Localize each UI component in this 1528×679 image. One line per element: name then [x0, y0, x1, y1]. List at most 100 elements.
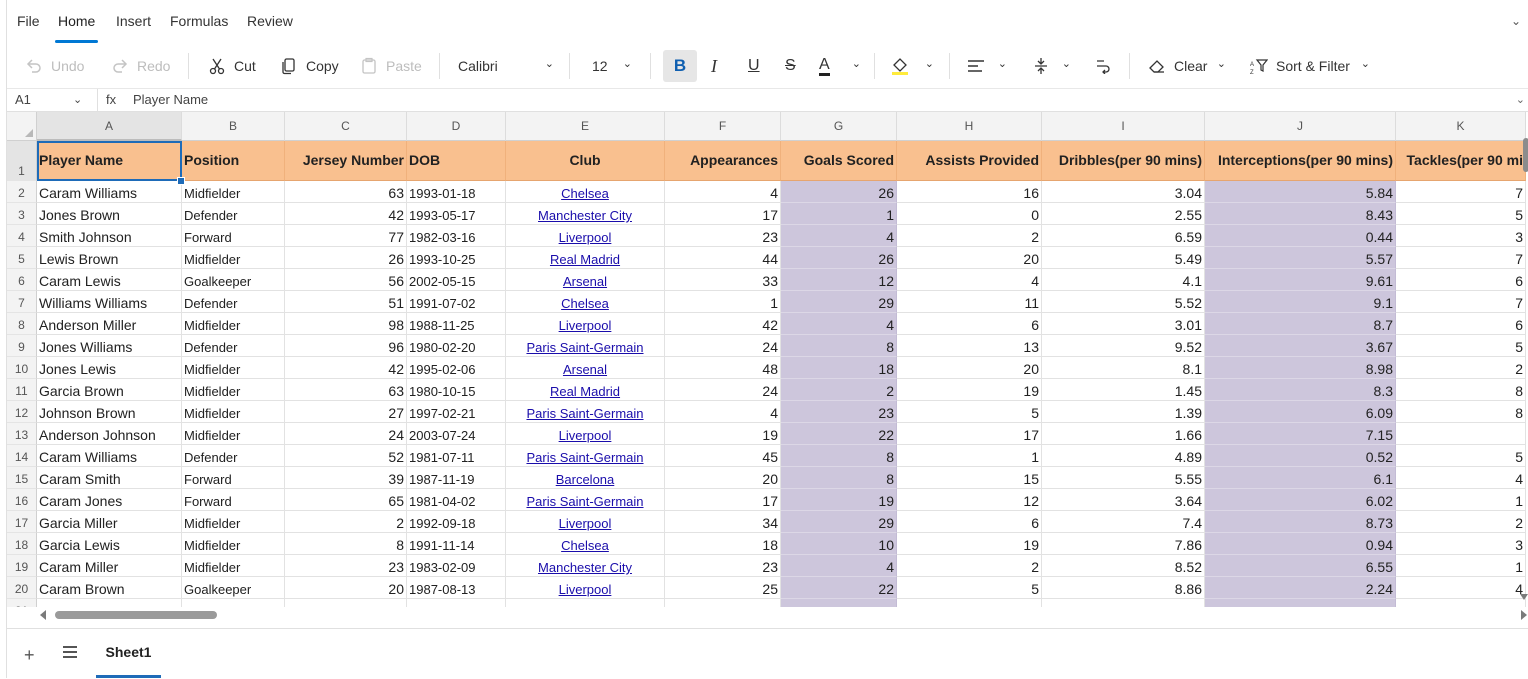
cell-jersey-number[interactable]: 63 — [285, 379, 407, 401]
cell-dribbles[interactable]: 5.49 — [1042, 247, 1205, 269]
cell-club[interactable]: Manchester City — [506, 203, 665, 225]
cell-jersey-number[interactable]: 27 — [285, 401, 407, 423]
club-link[interactable]: Liverpool — [559, 428, 612, 443]
select-all-corner[interactable] — [7, 112, 37, 141]
cell-player-name[interactable]: Lewis Brown — [37, 247, 182, 269]
cell-dribbles[interactable]: 5.55 — [1042, 467, 1205, 489]
row-header[interactable]: 16 — [7, 489, 37, 511]
header-cell-jersey-number[interactable]: Jersey Number — [285, 141, 407, 181]
club-link[interactable]: Chelsea — [561, 186, 609, 201]
cell-dribbles[interactable]: 1.39 — [1042, 401, 1205, 423]
cell-position[interactable]: Midfielder — [182, 401, 285, 423]
cell-appearances[interactable]: 45 — [665, 445, 781, 467]
cell-interceptions[interactable]: 6.1 — [1205, 467, 1396, 489]
row-header[interactable]: 19 — [7, 555, 37, 577]
cell-interceptions[interactable]: 8.3 — [1205, 379, 1396, 401]
spreadsheet-grid[interactable]: A B C D E F G H I J K 1 Player Name Position Jersey Nu… — [7, 112, 1528, 607]
cell-assists-provided[interactable]: 11 — [897, 291, 1042, 313]
fill-handle[interactable] — [177, 177, 185, 185]
cell-position[interactable]: Midfielder — [182, 511, 285, 533]
cell-position[interactable]: Forward — [182, 467, 285, 489]
cell-interceptions[interactable]: 9.1 — [1205, 291, 1396, 313]
cell-goals-scored[interactable]: 10 — [781, 533, 897, 555]
cell-dob[interactable]: 1980-02-20 — [407, 335, 506, 357]
sheet-tab-sheet1[interactable]: Sheet1 — [96, 629, 161, 678]
header-cell-club[interactable]: Club — [506, 141, 665, 181]
bold-button[interactable]: B — [663, 50, 697, 82]
cell-dob[interactable]: 1992-09-18 — [407, 511, 506, 533]
cell-assists-provided[interactable]: 20 — [897, 357, 1042, 379]
cell-assists-provided[interactable]: 4 — [897, 269, 1042, 291]
cell-assists-provided[interactable]: 19 — [897, 533, 1042, 555]
cell-dob[interactable]: 1983-02-09 — [407, 555, 506, 577]
cell-appearances[interactable]: 25 — [665, 577, 781, 599]
cell-dribbles[interactable]: 7.86 — [1042, 533, 1205, 555]
header-cell-appearances[interactable]: Appearances — [665, 141, 781, 181]
tab-review[interactable]: Review — [247, 13, 293, 29]
cell-tackles[interactable]: 3 — [1396, 533, 1526, 555]
cell-dribbles[interactable]: 2.55 — [1042, 203, 1205, 225]
cell-appearances[interactable]: 48 — [665, 357, 781, 379]
cell-dob[interactable]: 1988-11-25 — [407, 313, 506, 335]
row-header[interactable]: 11 — [7, 379, 37, 401]
cell-goals-scored[interactable]: 22 — [781, 577, 897, 599]
cell-tackles[interactable]: 7 — [1396, 181, 1526, 203]
cell-interceptions[interactable]: 0.44 — [1205, 225, 1396, 247]
cell-interceptions[interactable]: 6.02 — [1205, 489, 1396, 511]
cell-goals-scored[interactable]: 8 — [781, 445, 897, 467]
copy-button[interactable]: Copy — [280, 54, 339, 78]
cell-tackles[interactable]: 5 — [1396, 335, 1526, 357]
cell-position[interactable]: Midfielder — [182, 555, 285, 577]
cell-position[interactable]: Midfielder — [182, 533, 285, 555]
row-header[interactable]: 7 — [7, 291, 37, 313]
cell-interceptions[interactable]: 7.15 — [1205, 423, 1396, 445]
row-header[interactable]: 9 — [7, 335, 37, 357]
cell-position[interactable]: Midfielder — [182, 313, 285, 335]
chevron-down-icon[interactable]: ⌄ — [73, 93, 82, 106]
cell-appearances[interactable]: 24 — [665, 379, 781, 401]
cell-appearances[interactable]: 19 — [665, 423, 781, 445]
cell-jersey-number[interactable]: 51 — [285, 291, 407, 313]
cell-player-name[interactable]: Garcia Brown — [37, 379, 182, 401]
header-cell-tackles[interactable]: Tackles(per 90 mi — [1396, 141, 1526, 181]
cell-dob[interactable]: 2002-05-15 — [407, 269, 506, 291]
cell-jersey-number[interactable]: 98 — [285, 313, 407, 335]
cell-assists-provided[interactable]: 5 — [897, 577, 1042, 599]
tab-file[interactable]: File — [17, 13, 40, 29]
cell-dribbles[interactable]: 8.1 — [1042, 357, 1205, 379]
club-link[interactable]: Chelsea — [561, 296, 609, 311]
horizontal-scrollbar-thumb[interactable] — [55, 611, 217, 619]
cell-player-name[interactable]: Anderson Johnson — [37, 423, 182, 445]
cell-interceptions[interactable]: 5.57 — [1205, 247, 1396, 269]
cell-goals-scored[interactable]: 29 — [781, 291, 897, 313]
cell-appearances[interactable]: 20 — [665, 467, 781, 489]
cell-goals-scored[interactable]: 19 — [781, 489, 897, 511]
row-header[interactable]: 6 — [7, 269, 37, 291]
cell-position[interactable]: Defender — [182, 445, 285, 467]
cell-player-name[interactable]: Caram Jones — [37, 489, 182, 511]
cell-player-name[interactable]: Anderson Miller — [37, 313, 182, 335]
cell-interceptions[interactable]: 6.09 — [1205, 401, 1396, 423]
cell-jersey-number[interactable]: 8 — [285, 533, 407, 555]
row-header[interactable]: 12 — [7, 401, 37, 423]
strikethrough-button[interactable]: S — [785, 54, 796, 78]
cell-interceptions[interactable]: 8.73 — [1205, 511, 1396, 533]
cell-assists-provided[interactable]: 6 — [897, 313, 1042, 335]
cell-jersey-number[interactable]: 56 — [285, 269, 407, 291]
cell-assists-provided[interactable]: 16 — [897, 181, 1042, 203]
row-header[interactable]: 15 — [7, 467, 37, 489]
row-header[interactable]: 20 — [7, 577, 37, 599]
clear-button[interactable]: Clear ⌄ — [1148, 54, 1226, 78]
cell-player-name[interactable]: Caram Miller — [37, 555, 182, 577]
scroll-right-arrow-icon[interactable] — [1521, 610, 1527, 620]
cell-jersey-number[interactable]: 52 — [285, 445, 407, 467]
cell-dob[interactable]: 1991-07-02 — [407, 291, 506, 313]
header-cell-interceptions[interactable]: Interceptions(per 90 mins) — [1205, 141, 1396, 181]
header-cell-dob[interactable]: DOB — [407, 141, 506, 181]
cell-tackles[interactable]: 5 — [1396, 445, 1526, 467]
cell-player-name[interactable]: Jones Lewis — [37, 357, 182, 379]
cell-goals-scored[interactable]: 18 — [781, 357, 897, 379]
column-header-b[interactable]: B — [182, 112, 285, 141]
cell-player-name[interactable]: Caram Williams — [37, 181, 182, 203]
column-header-f[interactable]: F — [665, 112, 781, 141]
